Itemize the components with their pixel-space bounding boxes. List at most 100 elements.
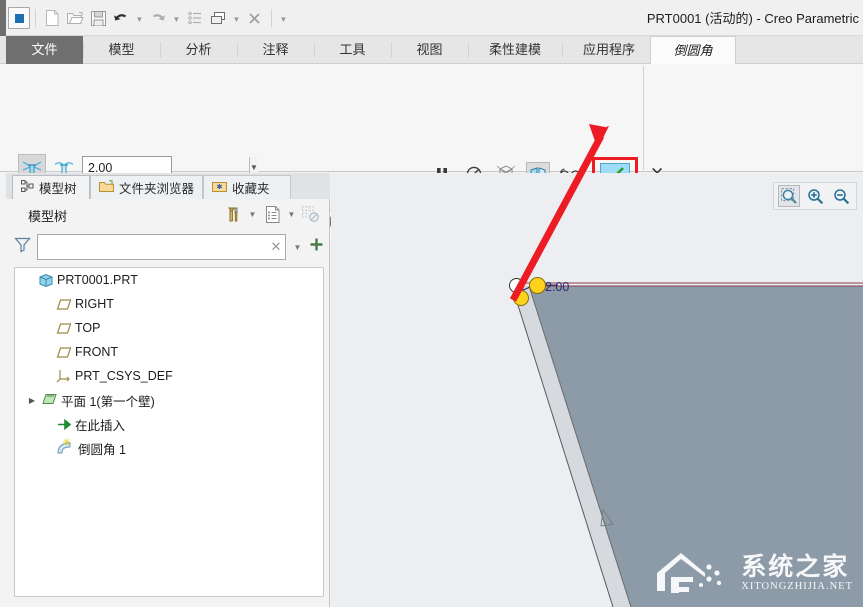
datum-plane-icon [53,298,75,311]
tree-item-planar-wall[interactable]: ▶ 平面 1(第一个壁) [15,388,323,412]
regenerate-icon[interactable] [184,6,206,30]
filter-funnel-icon [14,236,31,258]
dimension-drag-handle-1[interactable] [529,277,546,294]
tab-divider-3 [237,42,238,58]
tree-item-right-plane-label: RIGHT [75,297,114,311]
window-left-edge [0,0,6,37]
tree-item-front-plane[interactable]: FRONT [15,340,323,364]
viewport-zoom-toolbar [773,182,857,210]
title-bar: ▼ ▼ ▼ ▼ PRT0001 (活动的) - Creo Parametric [0,0,863,36]
tab-model[interactable]: 模型 [83,36,160,64]
modified-asterisk-icon: ✳ [62,438,71,449]
tab-round[interactable]: 倒圆角 [650,36,736,65]
window-switch-icon[interactable] [207,6,229,30]
ribbon-tab-bar: 文件 模型 分析 注释 工具 视图 柔性建模 应用程序 倒圆角 [0,36,863,64]
creo-parametric-window: ▼ ▼ ▼ ▼ PRT0001 (活动的) - Creo Parametric … [0,0,863,607]
dashboard-separator [643,66,644,170]
nav-tab-favorites-label: 收藏夹 [232,178,270,197]
dimension-value-label[interactable]: 2.00 [545,280,569,294]
favorites-icon [212,180,227,196]
coordinate-system-icon [53,369,75,383]
tab-file[interactable]: 文件 [6,36,83,64]
tree-filter-row: ✕ ▼ [14,233,324,261]
tree-item-right-plane[interactable]: RIGHT [15,292,323,316]
graphics-viewport[interactable]: 2.00 [331,173,863,607]
tree-item-planar-wall-label: 平面 1(第一个壁) [61,391,155,410]
quick-access-toolbar: ▼ ▼ ▼ ▼ [8,4,290,32]
folder-icon [99,180,114,196]
tree-settings-caret-icon[interactable]: ▼ [247,203,258,225]
save-icon[interactable] [87,6,109,30]
nav-tab-folder-browser[interactable]: 文件夹浏览器 [90,175,203,199]
tab-tools[interactable]: 工具 [314,36,391,64]
insert-arrow-icon [53,418,75,431]
creo-app-logo[interactable] [8,7,30,29]
datum-plane-icon [53,346,75,359]
dimension-drag-handle-2[interactable] [513,290,529,306]
undo-dropdown-caret[interactable]: ▼ [133,6,146,30]
clear-filter-icon[interactable]: ✕ [267,239,285,255]
tree-item-top-plane[interactable]: TOP [15,316,323,340]
tab-divider-2 [160,42,161,58]
sheet-wall-icon [39,393,61,407]
navigator-tools: ▼ ▼ [222,203,322,225]
zoom-in-icon[interactable] [804,185,826,207]
tab-divider-4 [314,42,315,58]
tree-item-part-label: PRT0001.PRT [57,273,138,287]
tree-item-round-1-label: 倒圆角 1 [78,439,126,458]
open-file-icon[interactable] [64,6,86,30]
tree-display-caret-icon[interactable]: ▼ [286,203,297,225]
zoom-out-icon[interactable] [830,185,852,207]
filter-dropdown-caret-icon[interactable]: ▼ [292,236,303,258]
new-file-icon[interactable] [41,6,63,30]
nav-tab-favorites[interactable]: 收藏夹 [203,175,291,199]
tab-divider-5 [391,42,392,58]
undo-icon[interactable] [110,6,132,30]
nav-tab-folder-browser-label: 文件夹浏览器 [119,178,194,197]
redo-dropdown-caret[interactable]: ▼ [170,6,183,30]
tab-divider-7 [562,42,563,58]
tree-item-top-plane-label: TOP [75,321,100,335]
tab-applications[interactable]: 应用程序 [562,36,656,64]
round-dashboard: ▼ [0,64,863,172]
tab-annotate[interactable]: 注释 [237,36,314,64]
tree-display-list-icon[interactable] [261,203,283,225]
tree-item-csys[interactable]: PRT_CSYS_DEF [15,364,323,388]
zoom-box-icon[interactable] [778,185,800,207]
nav-tab-model-tree[interactable]: 模型树 [12,175,90,199]
part-icon [35,273,57,288]
tab-divider-6 [468,42,469,58]
qat-divider-2 [271,9,272,27]
model-tree-icon [21,180,34,196]
tree-columns-disabled-icon[interactable] [300,203,322,225]
tree-item-part[interactable]: PRT0001.PRT [15,268,323,292]
navigator-tab-strip: 模型树 文件夹浏览器 收藏夹 [6,173,330,199]
model-geometry [331,173,863,607]
tree-item-csys-label: PRT_CSYS_DEF [75,369,173,383]
round-feature-icon: ✳ [53,441,75,456]
tree-filter-input[interactable] [38,240,267,254]
add-filter-icon[interactable] [309,237,324,257]
navigator-panel: 模型树 文件夹浏览器 收藏夹 模型树 ▼ [0,173,330,607]
tab-analysis[interactable]: 分析 [160,36,237,64]
navigator-header: 模型树 ▼ ▼ [6,199,330,231]
customize-qat-icon[interactable]: ▼ [277,6,290,30]
tree-item-insert-here[interactable]: 在此插入 [15,412,323,436]
tab-flexible-modeling[interactable]: 柔性建模 [468,36,562,64]
tree-item-front-plane-label: FRONT [75,345,118,359]
tree-settings-tools-icon[interactable] [222,203,244,225]
tree-item-round-1[interactable]: ✳ 倒圆角 1 [15,436,323,460]
tree-filter-input-box[interactable]: ✕ [37,234,286,260]
redo-icon[interactable] [147,6,169,30]
window-dropdown-caret[interactable]: ▼ [230,6,243,30]
navigator-title: 模型树 [28,206,67,225]
nav-tab-model-tree-label: 模型树 [39,178,77,197]
tree-expander-wall[interactable]: ▶ [25,396,39,405]
qat-divider-1 [35,9,36,27]
tree-item-insert-here-label: 在此插入 [75,415,125,434]
close-window-icon[interactable] [244,6,266,30]
model-tree[interactable]: PRT0001.PRT RIGHT TOP [14,267,324,597]
tab-divider-1 [83,42,84,58]
tab-view[interactable]: 视图 [391,36,468,64]
datum-plane-icon [53,322,75,335]
